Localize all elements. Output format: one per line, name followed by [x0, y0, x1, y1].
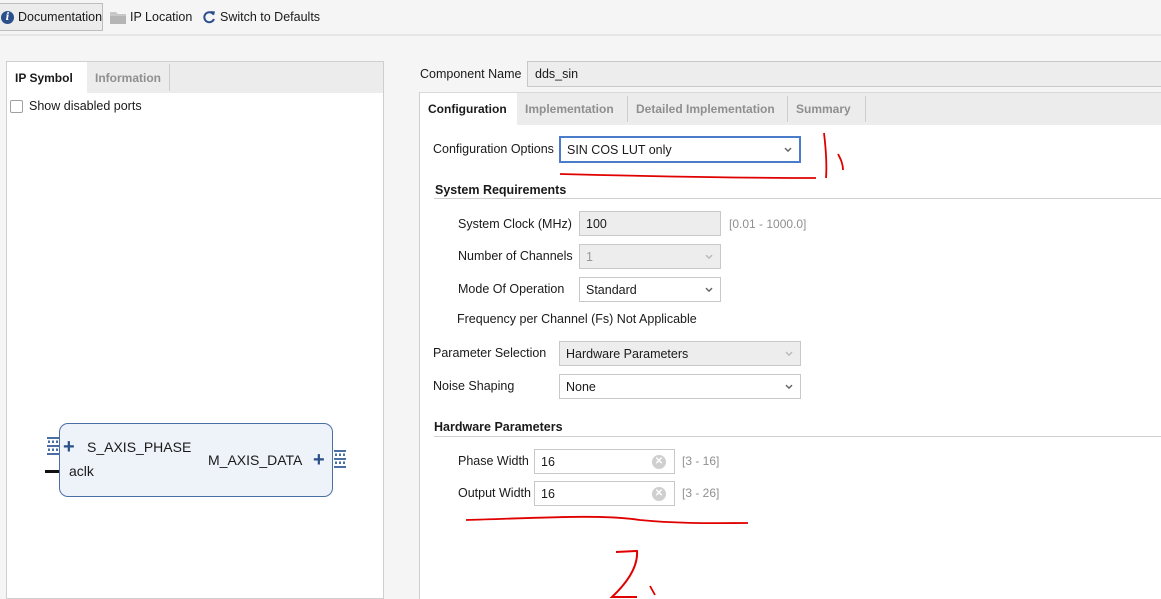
config-options-label: Configuration Options: [433, 142, 554, 156]
phase-width-input[interactable]: 16 ✕: [534, 449, 675, 474]
ip-location-button[interactable]: IP Location: [110, 3, 192, 31]
section-divider: [434, 436, 1161, 437]
system-clock-label: System Clock (MHz): [458, 217, 572, 231]
chevron-down-icon: [705, 287, 713, 292]
component-name-label: Component Name: [420, 67, 522, 81]
toolbar: i Documentation IP Location Switch to De…: [0, 0, 1161, 36]
component-name-input[interactable]: dds_sin: [527, 61, 1161, 87]
parameter-selection-label: Parameter Selection: [433, 346, 547, 360]
ip-symbol-panel: IP Symbol Information Show disabled port…: [6, 61, 384, 599]
mode-of-operation-value: Standard: [586, 282, 637, 297]
parameter-selection-dropdown[interactable]: Hardware Parameters: [559, 341, 801, 366]
refresh-icon: [202, 10, 216, 24]
info-icon: i: [1, 10, 14, 24]
tab-configuration[interactable]: Configuration: [420, 93, 517, 125]
num-channels-label: Number of Channels: [458, 249, 573, 263]
port-s-axis-phase: S_AXIS_PHASE: [87, 439, 192, 455]
hardware-parameters-heading: Hardware Parameters: [434, 420, 563, 434]
system-clock-range: [0.01 - 1000.0]: [729, 217, 807, 231]
expand-plus-icon[interactable]: +: [313, 450, 325, 470]
config-options-dropdown[interactable]: SIN COS LUT only: [559, 136, 801, 163]
chevron-down-icon: [784, 147, 792, 152]
phase-width-value: 16: [541, 454, 555, 469]
chevron-down-icon: [785, 351, 793, 356]
show-disabled-ports-row[interactable]: Show disabled ports: [10, 99, 142, 113]
config-options-value: SIN COS LUT only: [567, 142, 672, 157]
system-clock-input[interactable]: 100: [579, 211, 721, 236]
clear-icon[interactable]: ✕: [652, 454, 666, 469]
documentation-button[interactable]: i Documentation: [0, 3, 103, 31]
ip-symbol-block[interactable]: + S_AXIS_PHASE aclk M_AXIS_DATA +: [59, 423, 333, 497]
chevron-down-icon: [705, 254, 713, 259]
mode-of-operation-dropdown[interactable]: Standard: [579, 277, 721, 302]
section-divider: [434, 198, 1161, 199]
mode-of-operation-label: Mode Of Operation: [458, 282, 565, 296]
clock-pin-line: [45, 470, 59, 473]
configuration-panel: Configuration Implementation Detailed Im…: [419, 92, 1161, 599]
num-channels-dropdown[interactable]: 1: [579, 244, 721, 269]
show-disabled-ports-checkbox[interactable]: [10, 99, 23, 113]
bus-interface-icon: [47, 437, 59, 455]
fs-text: Frequency per Channel (Fs) Not Applicabl…: [457, 312, 697, 326]
phase-width-label: Phase Width: [458, 454, 529, 468]
phase-width-range: [3 - 16]: [682, 454, 720, 468]
port-aclk: aclk: [69, 463, 94, 479]
config-tab-bar: Configuration Implementation Detailed Im…: [420, 93, 1161, 125]
noise-shaping-dropdown[interactable]: None: [559, 374, 801, 399]
num-channels-value: 1: [586, 249, 593, 264]
expand-plus-icon[interactable]: +: [63, 437, 75, 457]
switch-defaults-label: Switch to Defaults: [220, 10, 321, 24]
noise-shaping-label: Noise Shaping: [433, 379, 515, 393]
output-width-label: Output Width: [458, 486, 531, 500]
tab-implementation[interactable]: Implementation: [517, 93, 628, 125]
clear-icon[interactable]: ✕: [652, 486, 666, 501]
tab-ip-symbol[interactable]: IP Symbol: [7, 62, 87, 93]
noise-shaping-value: None: [566, 379, 596, 394]
parameter-selection-value: Hardware Parameters: [566, 346, 689, 361]
port-m-axis-data: M_AXIS_DATA: [208, 452, 303, 468]
system-requirements-heading: System Requirements: [435, 183, 567, 197]
switch-to-defaults-button[interactable]: Switch to Defaults: [202, 3, 320, 31]
bus-interface-icon: [334, 450, 346, 468]
documentation-label: Documentation: [18, 10, 103, 24]
output-width-value: 16: [541, 486, 555, 501]
ip-location-label: IP Location: [130, 10, 193, 24]
tab-information[interactable]: Information: [87, 64, 170, 91]
left-tab-bar: IP Symbol Information: [7, 62, 383, 93]
tab-summary[interactable]: Summary: [788, 93, 866, 125]
output-width-range: [3 - 26]: [682, 486, 720, 500]
component-name-value: dds_sin: [535, 67, 579, 81]
chevron-down-icon: [785, 384, 793, 389]
show-disabled-ports-label: Show disabled ports: [29, 99, 142, 113]
system-clock-value: 100: [586, 216, 607, 231]
output-width-input[interactable]: 16 ✕: [534, 481, 675, 506]
folder-icon: [110, 11, 126, 24]
tab-detailed-implementation[interactable]: Detailed Implementation: [628, 93, 788, 125]
